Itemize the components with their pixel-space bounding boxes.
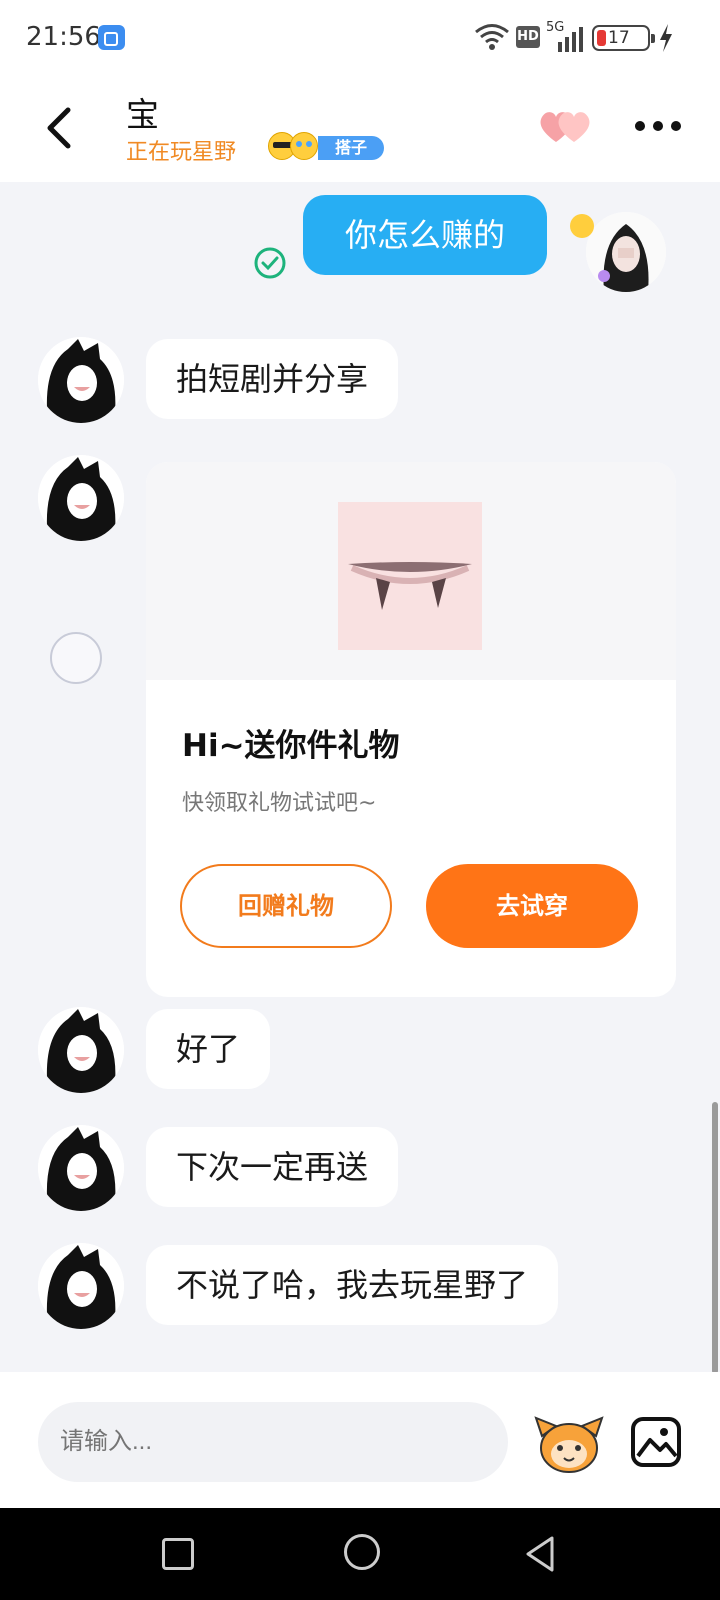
status-icons: HD 5G 17 <box>474 20 694 54</box>
avatar-image <box>38 337 124 423</box>
avatar-image <box>38 1125 124 1211</box>
gift-preview-image <box>146 462 676 680</box>
return-gift-button[interactable]: 回赠礼物 <box>180 864 392 948</box>
message-input[interactable] <box>38 1402 508 1482</box>
loading-indicator <box>50 632 102 684</box>
message-bubble-incoming[interactable]: 下次一定再送 <box>146 1127 399 1207</box>
screen-record-icon <box>98 25 125 50</box>
recent-apps-button[interactable] <box>162 1538 194 1570</box>
star-eyes-emoji-icon <box>290 132 318 160</box>
image-button[interactable] <box>630 1416 682 1468</box>
gift-title: Hi~送你件礼物 <box>182 728 400 764</box>
avatar-image <box>38 1007 124 1093</box>
contact-avatar[interactable] <box>38 455 124 541</box>
status-bar: 21:56 HD 5G 17 <box>0 0 720 76</box>
gift-product-image <box>338 502 482 650</box>
mascot-icon <box>534 1416 604 1473</box>
avatar-image <box>38 1243 124 1329</box>
back-button[interactable] <box>34 98 84 158</box>
wifi-icon <box>475 24 509 50</box>
contact-status: 正在玩星野 <box>126 140 237 165</box>
battery-icon: 17 <box>592 25 655 51</box>
more-dots-icon <box>635 121 681 131</box>
chevron-left-icon <box>47 107 71 149</box>
hd-badge: HD <box>516 26 540 48</box>
gift-subtitle: 快领取礼物试试吧~ <box>182 791 377 816</box>
image-icon <box>631 1417 681 1467</box>
hearts-icon <box>540 112 590 142</box>
system-nav-bar <box>0 1508 720 1600</box>
avatar-image <box>586 212 666 292</box>
contact-name[interactable]: 宝 <box>126 88 159 136</box>
gift-card[interactable]: Hi~送你件礼物 快领取礼物试试吧~ 回赠礼物 去试穿 <box>146 462 676 997</box>
message-bubble-incoming[interactable]: 好了 <box>146 1009 271 1089</box>
vampire-fangs-image <box>348 562 472 610</box>
chat-header: 宝 正在玩星野 搭子 <box>0 76 720 182</box>
contact-avatar[interactable] <box>38 1125 124 1211</box>
battery-level: 17 <box>608 28 630 48</box>
status-time: 21:56 <box>26 22 101 52</box>
chat-area[interactable]: 你怎么赚的 拍短剧并分享 Hi~送你件礼物 快领取礼物试试吧~ 回赠礼物 去试穿… <box>0 182 720 1374</box>
my-avatar[interactable] <box>586 212 666 292</box>
scrollbar[interactable] <box>712 1102 718 1374</box>
cool-emoji-icon <box>570 214 594 238</box>
message-bubble-outgoing[interactable]: 你怎么赚的 <box>303 195 547 275</box>
input-bar <box>0 1372 720 1508</box>
sent-check-icon <box>254 247 286 279</box>
contact-avatar[interactable] <box>38 1007 124 1093</box>
more-button[interactable] <box>634 116 682 136</box>
charging-icon <box>660 24 672 52</box>
signal-icon <box>558 27 583 52</box>
contact-avatar[interactable] <box>38 337 124 423</box>
back-triangle-icon[interactable] <box>522 1534 558 1574</box>
try-on-button[interactable]: 去试穿 <box>426 864 638 948</box>
home-button[interactable] <box>344 1534 380 1570</box>
emoji-button[interactable] <box>534 1410 604 1476</box>
avatar-image <box>38 455 124 541</box>
status-emoji-icons <box>268 132 324 162</box>
partner-badge: 搭子 <box>318 136 384 160</box>
message-bubble-incoming[interactable]: 拍短剧并分享 <box>146 339 399 419</box>
intimacy-button[interactable] <box>538 106 594 146</box>
message-bubble-incoming[interactable]: 不说了哈，我去玩星野了 <box>146 1245 559 1325</box>
contact-avatar[interactable] <box>38 1243 124 1329</box>
